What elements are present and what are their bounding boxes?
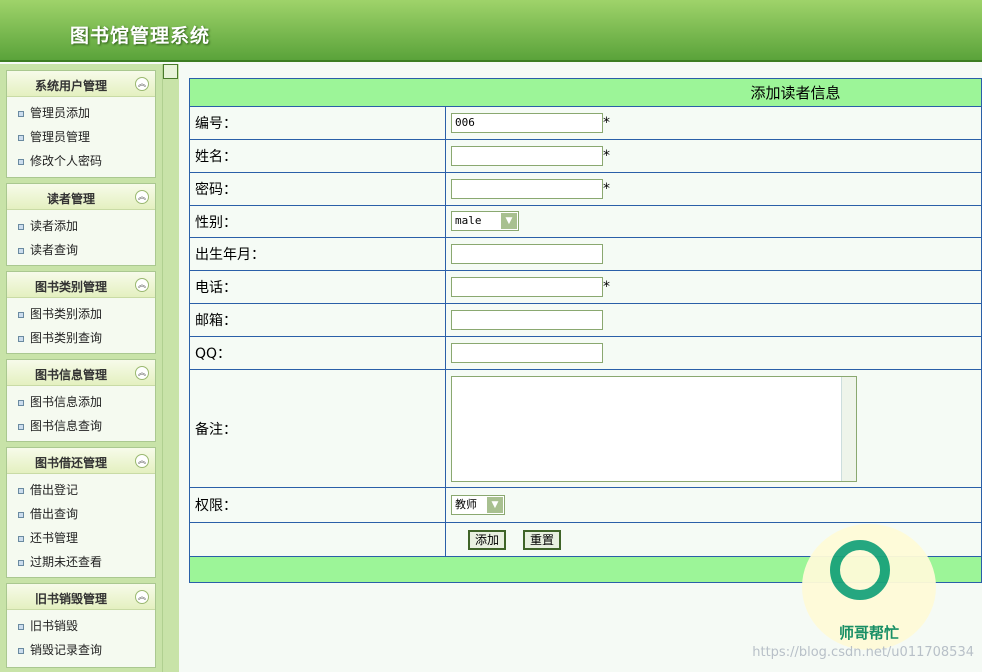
chevron-down-icon: ▼ xyxy=(501,213,517,229)
add-button[interactable]: 添加 xyxy=(468,530,507,550)
menu-header[interactable]: 图书借还管理 ︽ xyxy=(7,448,155,474)
menu-item-destroy-records[interactable]: 销毁记录查询 xyxy=(7,638,155,662)
gender-select[interactable]: male ▼ xyxy=(451,211,519,231)
qq-input[interactable] xyxy=(451,343,603,363)
menu-title: 读者管理 xyxy=(46,192,95,206)
bullet-icon xyxy=(18,110,24,117)
menu-item-destroy[interactable]: 旧书销毁 xyxy=(7,614,155,638)
menu-item-borrow-search[interactable]: 借出查询 xyxy=(7,502,155,526)
menu-item-category-add[interactable]: 图书类别添加 xyxy=(7,302,155,326)
watermark-url: https://blog.csdn.net/u011708534 xyxy=(752,645,974,660)
menu-item-admin-manage[interactable]: 管理员管理 xyxy=(7,125,155,149)
required-mark: * xyxy=(603,148,610,164)
menu-book-category: 图书类别管理 ︽ 图书类别添加 图书类别查询 xyxy=(6,271,156,354)
collapse-icon[interactable]: ︽ xyxy=(135,590,149,604)
menu-title: 旧书销毁管理 xyxy=(34,592,107,606)
bullet-icon xyxy=(18,311,24,318)
bullet-icon xyxy=(18,647,24,654)
menu-item-book-add[interactable]: 图书信息添加 xyxy=(7,390,155,414)
menu-borrow-return: 图书借还管理 ︽ 借出登记 借出查询 还书管理 过期未还查看 xyxy=(6,447,156,578)
label-gender: 性别： xyxy=(189,205,446,238)
menu-header[interactable]: 读者管理 ︽ xyxy=(7,184,155,210)
gender-value: male xyxy=(455,214,482,227)
email-input[interactable] xyxy=(451,310,603,330)
menu-title: 图书类别管理 xyxy=(34,280,107,294)
collapse-icon[interactable]: ︽ xyxy=(135,454,149,468)
id-input[interactable]: 006 xyxy=(451,113,603,133)
snail-icon xyxy=(830,540,890,600)
menu-title: 系统用户管理 xyxy=(34,79,107,93)
birth-input[interactable] xyxy=(451,244,603,264)
menu-header[interactable]: 系统用户管理 ︽ xyxy=(7,71,155,97)
name-input[interactable] xyxy=(451,146,603,166)
watermark-logo: 师哥帮忙 xyxy=(802,524,936,650)
menu-title: 图书信息管理 xyxy=(34,368,107,382)
bullet-icon xyxy=(18,134,24,141)
label-birth: 出生年月： xyxy=(189,237,446,271)
label-id: 编号： xyxy=(189,106,446,140)
remark-textarea[interactable] xyxy=(451,376,857,482)
bullet-icon xyxy=(18,223,24,230)
collapse-icon[interactable]: ︽ xyxy=(135,190,149,204)
collapse-icon[interactable]: ︽ xyxy=(135,77,149,91)
menu-book-destroy: 旧书销毁管理 ︽ 旧书销毁 销毁记录查询 xyxy=(6,583,156,668)
menu-item-reader-search[interactable]: 读者查询 xyxy=(7,238,155,262)
password-input[interactable] xyxy=(451,179,603,199)
app-title: 图书馆管理系统 xyxy=(70,25,211,47)
add-reader-form: 添加读者信息 编号： 006 * 姓名： * 密码： * 性别： male ▼ 出生… xyxy=(189,78,982,583)
bullet-icon xyxy=(18,158,24,165)
menu-item-overdue-view[interactable]: 过期未还查看 xyxy=(7,550,155,574)
menu-system-users: 系统用户管理 ︽ 管理员添加 管理员管理 修改个人密码 xyxy=(6,70,156,178)
label-name: 姓名： xyxy=(189,139,446,173)
app-header: 图书馆管理系统 xyxy=(0,0,982,62)
reset-button[interactable]: 重置 xyxy=(523,530,562,550)
scrollbar[interactable] xyxy=(841,377,856,481)
required-mark: * xyxy=(603,181,610,197)
menu-book-info: 图书信息管理 ︽ 图书信息添加 图书信息查询 xyxy=(6,359,156,442)
label-phone: 电话： xyxy=(189,270,446,304)
permission-select[interactable]: 教师 ▼ xyxy=(451,495,505,515)
form-title: 添加读者信息 xyxy=(189,78,982,107)
main-content: 添加读者信息 编号： 006 * 姓名： * 密码： * 性别： male ▼ 出生… xyxy=(189,78,982,583)
bullet-icon xyxy=(18,511,24,518)
menu-item-return-manage[interactable]: 还书管理 xyxy=(7,526,155,550)
empty-cell xyxy=(189,522,446,557)
required-mark: * xyxy=(603,115,610,131)
logo-text: 师哥帮忙 xyxy=(838,624,899,642)
phone-input[interactable] xyxy=(451,277,603,297)
label-email: 邮箱： xyxy=(189,303,446,337)
bullet-icon xyxy=(18,623,24,630)
menu-item-change-password[interactable]: 修改个人密码 xyxy=(7,149,155,173)
menu-readers: 读者管理 ︽ 读者添加 读者查询 xyxy=(6,183,156,266)
menu-header[interactable]: 图书信息管理 ︽ xyxy=(7,360,155,386)
menu-item-reader-add[interactable]: 读者添加 xyxy=(7,214,155,238)
menu-item-borrow-register[interactable]: 借出登记 xyxy=(7,478,155,502)
required-mark: * xyxy=(603,279,610,295)
menu-item-book-search[interactable]: 图书信息查询 xyxy=(7,414,155,438)
bullet-icon xyxy=(18,399,24,406)
bullet-icon xyxy=(18,335,24,342)
bullet-icon xyxy=(18,487,24,494)
menu-header[interactable]: 图书类别管理 ︽ xyxy=(7,272,155,298)
sidebar-toggle-button[interactable] xyxy=(163,64,178,79)
bullet-icon xyxy=(18,423,24,430)
bullet-icon xyxy=(18,247,24,254)
permission-value: 教师 xyxy=(455,498,477,511)
label-permission: 权限： xyxy=(189,487,446,523)
collapse-icon[interactable]: ︽ xyxy=(135,366,149,380)
label-qq: QQ： xyxy=(189,336,446,370)
menu-item-admin-add[interactable]: 管理员添加 xyxy=(7,101,155,125)
menu-header[interactable]: 旧书销毁管理 ︽ xyxy=(7,584,155,610)
collapse-icon[interactable]: ︽ xyxy=(135,278,149,292)
sidebar-splitter[interactable] xyxy=(162,64,179,672)
bullet-icon xyxy=(18,535,24,542)
chevron-down-icon: ▼ xyxy=(487,497,503,513)
bullet-icon xyxy=(18,559,24,566)
label-password: 密码： xyxy=(189,172,446,206)
menu-item-category-search[interactable]: 图书类别查询 xyxy=(7,326,155,350)
label-remark: 备注： xyxy=(189,369,446,488)
menu-title: 图书借还管理 xyxy=(34,456,107,470)
